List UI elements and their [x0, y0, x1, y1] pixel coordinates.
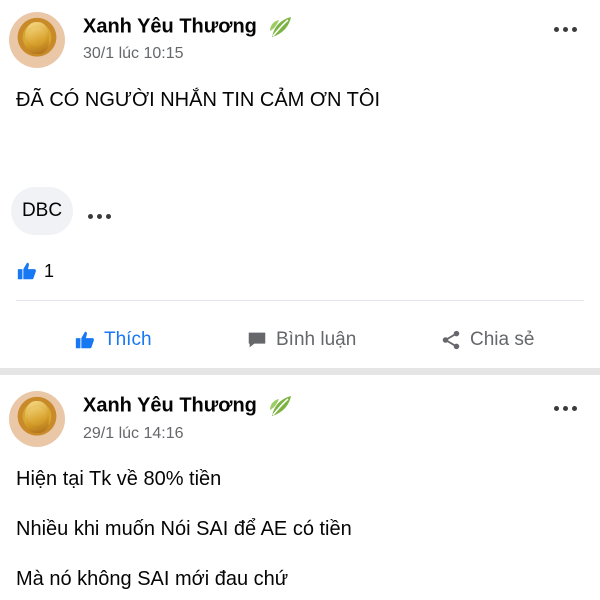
author-label[interactable]: Xanh Yêu Thương	[83, 15, 257, 37]
divider	[16, 300, 584, 301]
thumbs-up-icon	[75, 331, 94, 349]
share-icon	[442, 330, 460, 350]
avatar[interactable]	[9, 391, 65, 447]
author-label[interactable]: Xanh Yêu Thương	[83, 394, 257, 416]
post-time[interactable]: 30/1 lúc 10:15	[83, 45, 184, 63]
reaction-summary[interactable]: 1	[16, 259, 54, 283]
post-text: ĐÃ CÓ NGƯỜI NHẮN TIN CẢM ƠN TÔI	[16, 89, 380, 111]
like-reaction-icon	[17, 262, 36, 280]
author-name[interactable]: Xanh Yêu Thương	[83, 15, 294, 39]
post-2: Xanh Yêu Thương 29/1 lúc 14:16 Hiện tại …	[0, 375, 600, 600]
leaf-icon	[270, 396, 292, 416]
comment-button[interactable]: Bình luận	[246, 318, 356, 362]
post-separator	[0, 368, 600, 375]
like-button[interactable]: Thích	[74, 318, 152, 362]
post-text-line-2: Nhiều khi muốn Nói SAI để AE có tiền	[16, 518, 352, 540]
author-name[interactable]: Xanh Yêu Thương	[83, 394, 294, 418]
action-bar: Thích Bình luận Chia sẻ	[0, 318, 600, 362]
more-options-icon[interactable]	[552, 19, 582, 32]
comment-label: Bình luận	[276, 329, 357, 350]
share-label: Chia sẻ	[470, 329, 535, 350]
post-text-line-1: Hiện tại Tk về 80% tiền	[16, 468, 222, 490]
leaf-icon	[270, 17, 292, 37]
like-label: Thích	[104, 329, 152, 350]
share-button[interactable]: Chia sẻ	[440, 318, 534, 362]
comment-more-icon[interactable]	[86, 206, 116, 219]
like-count: 1	[44, 260, 55, 281]
post-text-line-3: Mà nó không SAI mới đau chứ	[16, 568, 289, 590]
avatar[interactable]	[9, 12, 65, 68]
post-1: Xanh Yêu Thương 30/1 lúc 10:15 ĐÃ CÓ NGƯ…	[0, 0, 600, 368]
post-time[interactable]: 29/1 lúc 14:16	[83, 425, 184, 443]
comment-icon	[248, 332, 266, 348]
more-options-icon[interactable]	[552, 398, 582, 411]
comment-author-chip[interactable]: DBC	[11, 187, 73, 235]
